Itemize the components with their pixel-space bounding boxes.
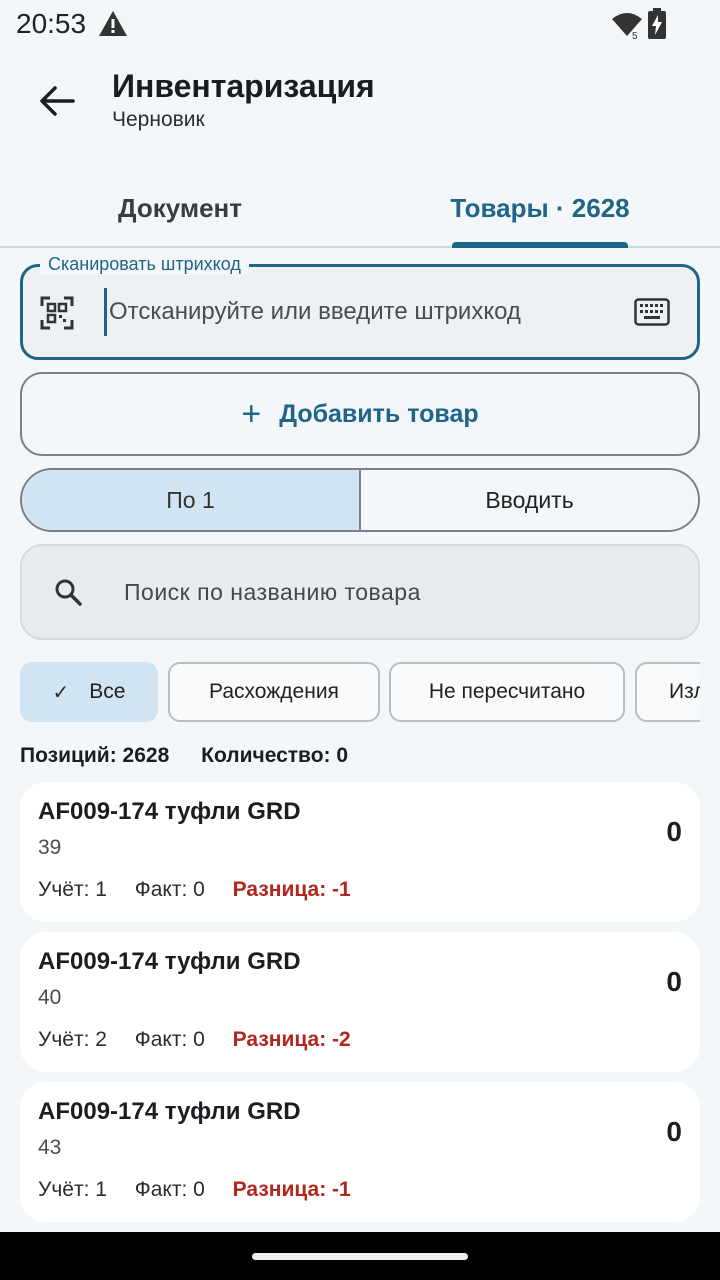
positions-count: Позиций: 2628 xyxy=(20,744,170,767)
keyboard-icon[interactable] xyxy=(634,298,670,326)
item-stats: Учёт: 2 Факт: 0 Разница: -2 xyxy=(38,1028,351,1052)
item-difference: Разница: -2 xyxy=(232,1028,351,1051)
filter-chip-label: Изл xyxy=(669,680,700,703)
item-name: AF009-174 туфли GRD xyxy=(38,798,301,825)
search-input[interactable] xyxy=(124,574,664,610)
item-fact: Факт: 0 xyxy=(134,1178,205,1201)
entry-mode-toggle: По 1 Вводить xyxy=(20,468,700,532)
filter-chips: ✓ Все Расхождения Не пересчитано Изл xyxy=(20,662,700,722)
mode-enter-quantity[interactable]: Вводить xyxy=(361,470,698,530)
page-subtitle: Черновик xyxy=(112,108,205,131)
home-indicator[interactable] xyxy=(252,1253,468,1260)
barcode-field-label: Сканировать штрихкод xyxy=(40,254,249,275)
item-difference: Разница: -1 xyxy=(232,878,351,901)
filter-chip-not-recounted[interactable]: Не пересчитано xyxy=(389,662,625,722)
filter-chip-label: Не пересчитано xyxy=(428,680,586,703)
search-icon xyxy=(55,579,82,606)
filter-chip-surplus[interactable]: Изл xyxy=(635,662,700,722)
plus-icon: + xyxy=(241,395,262,433)
tab-document[interactable]: Документ xyxy=(60,170,300,246)
filter-chip-discrepancies[interactable]: Расхождения xyxy=(168,662,380,722)
item-size: 40 xyxy=(38,986,62,1009)
item-size: 43 xyxy=(38,1136,62,1159)
item-account: Учёт: 2 xyxy=(38,1028,107,1051)
tab-goods[interactable]: Товары · 2628 xyxy=(440,170,640,246)
item-quantity: 0 xyxy=(666,816,682,847)
item-quantity: 0 xyxy=(666,966,682,997)
quantity-total: Количество: 0 xyxy=(201,744,349,767)
filter-chip-label: Расхождения xyxy=(209,680,339,703)
list-item[interactable]: AF009-174 туфли GRD 39 Учёт: 1 Факт: 0 Р… xyxy=(20,782,700,922)
check-icon: ✓ xyxy=(52,681,70,704)
item-fact: Факт: 0 xyxy=(134,878,205,901)
status-time: 20:53 xyxy=(16,8,87,39)
item-account: Учёт: 1 xyxy=(38,878,107,901)
list-item[interactable]: AF009-174 туфли GRD 43 Учёт: 1 Факт: 0 Р… xyxy=(20,1082,700,1222)
item-stats: Учёт: 1 Факт: 0 Разница: -1 xyxy=(38,878,351,902)
wifi-icon: 5 xyxy=(612,13,642,40)
page-title: Инвентаризация xyxy=(112,68,375,104)
item-name: AF009-174 туфли GRD xyxy=(38,1098,301,1125)
tab-bar: Документ Товары · 2628 xyxy=(0,170,720,248)
item-difference: Разница: -1 xyxy=(232,1178,351,1201)
status-bar: 20:53 5 xyxy=(0,0,720,50)
item-size: 39 xyxy=(38,836,62,859)
warning-icon xyxy=(99,11,127,36)
summary: Позиций: 2628 Количество: 0 xyxy=(20,744,374,768)
item-fact: Факт: 0 xyxy=(134,1028,205,1051)
arrow-back-icon xyxy=(40,86,75,116)
list-item[interactable]: AF009-174 туфли GRD 40 Учёт: 2 Факт: 0 Р… xyxy=(20,932,700,1072)
item-stats: Учёт: 1 Факт: 0 Разница: -1 xyxy=(38,1178,351,1202)
add-product-button[interactable]: + Добавить товар xyxy=(20,372,700,456)
filter-chip-label: Все xyxy=(89,680,126,703)
tab-indicator xyxy=(452,242,628,248)
item-account: Учёт: 1 xyxy=(38,1178,107,1201)
battery-charging-icon xyxy=(648,8,666,39)
add-product-label: Добавить товар xyxy=(279,399,479,428)
item-name: AF009-174 туфли GRD xyxy=(38,948,301,975)
sim-label: 5 xyxy=(632,31,638,40)
item-quantity: 0 xyxy=(666,1116,682,1147)
barcode-input[interactable] xyxy=(104,288,614,336)
back-button[interactable] xyxy=(30,74,84,128)
mode-one-by-one[interactable]: По 1 xyxy=(22,470,361,530)
filter-chip-all[interactable]: ✓ Все xyxy=(20,662,158,722)
qr-code-scanner-icon[interactable] xyxy=(40,296,74,330)
